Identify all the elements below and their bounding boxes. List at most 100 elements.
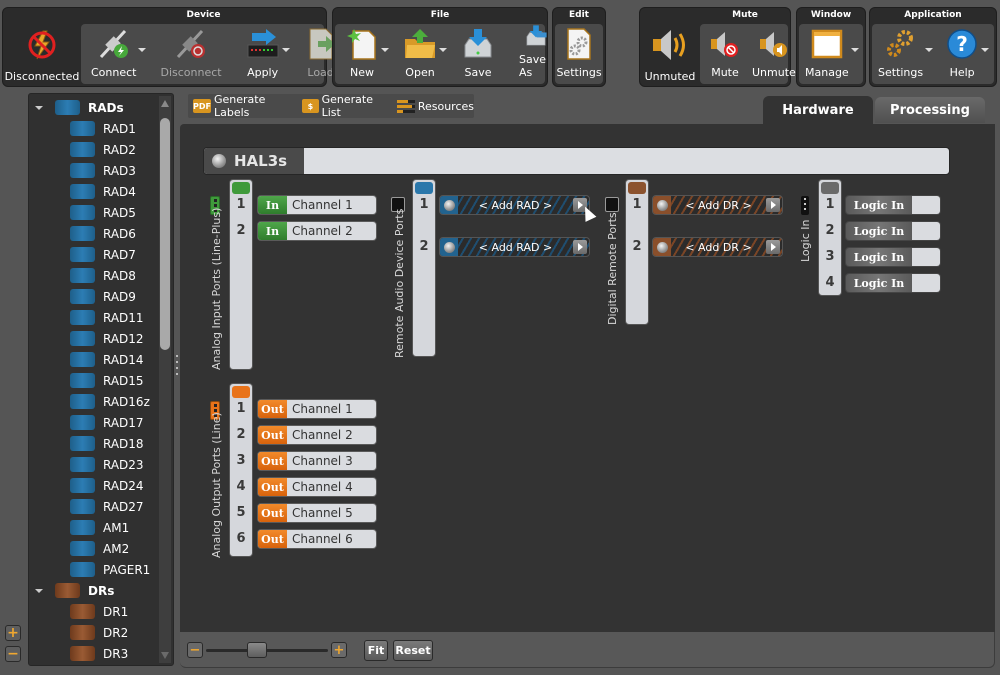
mute-button[interactable]: Mute	[708, 24, 742, 84]
generate-labels-button[interactable]: PDF Generate Labels	[193, 93, 294, 119]
tree-item[interactable]: RAD11	[70, 307, 144, 328]
manage-dropdown-icon[interactable]	[850, 48, 859, 52]
disconnect-button[interactable]: Disconnect	[160, 24, 222, 84]
tree-group-drs[interactable]: DRs	[35, 580, 114, 601]
logic-in-4[interactable]: Logic In	[845, 273, 941, 293]
output-channel-3[interactable]: Out Channel 3	[257, 451, 377, 471]
tree-scroll-thumb[interactable]	[160, 118, 170, 350]
tree-zoom-in-button[interactable]: +	[5, 625, 21, 641]
expand-caret-icon[interactable]	[35, 588, 43, 593]
tree-group-rads[interactable]: RADs	[35, 97, 124, 118]
tree-item[interactable]: RAD2	[70, 139, 136, 160]
ribbon-group-device: Device Disconnected Connect Disconnect A…	[2, 7, 348, 87]
input-channel-1[interactable]: In Channel 1	[257, 195, 377, 215]
rad-slot-1[interactable]: < Add RAD >	[439, 195, 590, 215]
expand-caret-icon[interactable]	[35, 105, 43, 110]
tree-item[interactable]: RAD18	[70, 433, 144, 454]
logic-in-label: Logic In	[846, 274, 912, 292]
tree-item[interactable]: RAD7	[70, 244, 136, 265]
apply-button[interactable]: Apply	[246, 24, 290, 84]
help-button[interactable]: ? Help	[945, 24, 990, 84]
new-dropdown-icon[interactable]	[381, 48, 389, 52]
tree-item[interactable]: RAD14	[70, 349, 144, 370]
tree-item[interactable]: RAD4	[70, 181, 136, 202]
tree-item[interactable]: RAD15	[70, 370, 144, 391]
tree-item[interactable]: RAD23	[70, 454, 144, 475]
expand-arrow-icon[interactable]	[766, 240, 780, 254]
scroll-down-icon[interactable]	[161, 652, 169, 659]
tab-hardware[interactable]: Hardware	[763, 96, 873, 124]
tree-item[interactable]: RAD1	[70, 118, 136, 139]
tree-item[interactable]: DR1	[70, 601, 128, 622]
fit-button[interactable]: Fit	[364, 640, 388, 661]
tree-item[interactable]: RAD5	[70, 202, 136, 223]
dr-slot-2[interactable]: < Add DR >	[652, 237, 783, 257]
apply-icon	[247, 29, 279, 58]
open-dropdown-icon[interactable]	[439, 48, 447, 52]
tab-processing[interactable]: Processing	[875, 97, 985, 123]
output-channel-1[interactable]: Out Channel 1	[257, 399, 377, 419]
tree-item[interactable]: RAD24	[70, 475, 144, 496]
zoom-slider-thumb[interactable]	[246, 642, 267, 658]
connect-dropdown-icon[interactable]	[138, 48, 147, 52]
tree-item[interactable]: RAD3	[70, 160, 136, 181]
app-settings-button[interactable]: Settings	[878, 24, 934, 84]
tree-item[interactable]: RAD9	[70, 286, 136, 307]
output-channel-6[interactable]: Out Channel 6	[257, 529, 377, 549]
device-header[interactable]: HAL3s	[203, 147, 950, 175]
tree-item[interactable]: RAD6	[70, 223, 136, 244]
scroll-up-icon[interactable]	[161, 100, 169, 107]
output-channel-4[interactable]: Out Channel 4	[257, 477, 377, 497]
expand-arrow-icon[interactable]	[573, 240, 587, 254]
open-button[interactable]: Open	[403, 24, 447, 84]
tree-item[interactable]: RAD12	[70, 328, 144, 349]
new-button[interactable]: New	[345, 24, 389, 84]
output-channel-5[interactable]: Out Channel 5	[257, 503, 377, 523]
window-icon	[811, 29, 843, 59]
tree-item[interactable]: AM1	[70, 517, 129, 538]
channel-name: Channel 2	[292, 428, 353, 442]
device-chip-icon	[70, 142, 95, 157]
tree-item[interactable]: RAD8	[70, 265, 136, 286]
help-dropdown-icon[interactable]	[981, 48, 990, 52]
dr-slot-1[interactable]: < Add DR >	[652, 195, 783, 215]
save-as-button[interactable]: Save As	[519, 24, 553, 84]
logic-in-label: Logic In	[846, 196, 912, 214]
manage-button[interactable]: Manage	[805, 24, 859, 84]
new-label: New	[350, 66, 374, 79]
tree-item[interactable]: AM2	[70, 538, 129, 559]
canvas-zoom-out-button[interactable]: −	[187, 642, 203, 658]
generate-list-button[interactable]: $ Generate List	[302, 93, 389, 119]
output-channel-2[interactable]: Out Channel 2	[257, 425, 377, 445]
reset-button[interactable]: Reset	[393, 640, 433, 661]
tree-item-label: RAD7	[103, 247, 136, 262]
resources-button[interactable]: Resources	[396, 99, 474, 113]
port-number: 3	[825, 249, 835, 264]
unmute-button[interactable]: Unmute	[752, 24, 796, 84]
tree-item[interactable]: RAD17	[70, 412, 144, 433]
channel-name: Channel 2	[292, 224, 353, 238]
rad-slot-2[interactable]: < Add RAD >	[439, 237, 590, 257]
tree-scrollbar[interactable]	[159, 96, 171, 663]
input-channel-2[interactable]: In Channel 2	[257, 221, 377, 241]
apply-dropdown-icon[interactable]	[281, 48, 290, 52]
logic-in-3[interactable]: Logic In	[845, 247, 941, 267]
logic-in-1[interactable]: Logic In	[845, 195, 941, 215]
logic-in-2[interactable]: Logic In	[845, 221, 941, 241]
app-settings-dropdown-icon[interactable]	[925, 48, 934, 52]
port-number: 2	[419, 239, 429, 254]
panel-splitter-handle[interactable]	[176, 355, 179, 375]
expand-arrow-icon[interactable]	[766, 198, 780, 212]
tree-item[interactable]: DR2	[70, 622, 128, 643]
tree-item[interactable]: PAGER1	[70, 559, 150, 580]
canvas-zoom-in-button[interactable]: +	[331, 642, 347, 658]
edit-settings-button[interactable]: Settings	[556, 24, 602, 84]
save-button[interactable]: Save	[461, 24, 495, 84]
tree-item[interactable]: RAD16z	[70, 391, 150, 412]
zoom-slider-track[interactable]	[206, 649, 328, 652]
connect-button[interactable]: Connect	[91, 24, 147, 84]
tree-item[interactable]: DR3	[70, 643, 128, 664]
app-settings-label: Settings	[878, 66, 924, 79]
tree-zoom-out-button[interactable]: −	[5, 646, 21, 662]
tree-item[interactable]: RAD27	[70, 496, 144, 517]
